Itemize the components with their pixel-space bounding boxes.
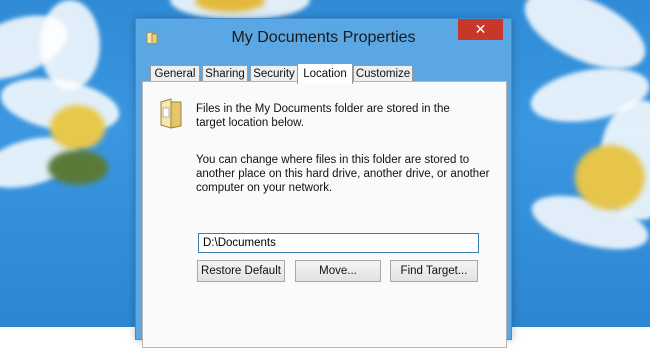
folder-icon bbox=[160, 98, 182, 129]
close-button[interactable]: ✕ bbox=[458, 19, 503, 40]
restore-default-button[interactable]: Restore Default bbox=[197, 260, 285, 282]
help-line-2: another place on this hard drive, anothe… bbox=[196, 168, 490, 180]
wallpaper-petal bbox=[40, 0, 100, 90]
description-line-1: Files in the My Documents folder are sto… bbox=[196, 103, 450, 115]
window-title: My Documents Properties bbox=[231, 29, 416, 46]
move-button[interactable]: Move... bbox=[295, 260, 381, 282]
location-panel: Files in the My Documents folder are sto… bbox=[142, 81, 507, 348]
properties-window: My Documents Properties ✕ General Sharin… bbox=[135, 18, 512, 348]
description-line-2: target location below. bbox=[196, 117, 305, 129]
wallpaper-flower-center bbox=[50, 105, 105, 150]
help-line-3: computer on your network. bbox=[196, 182, 333, 194]
help-line-1: You can change where files in this folde… bbox=[196, 154, 470, 166]
target-path-field[interactable]: D:\Documents bbox=[198, 233, 479, 253]
close-icon: ✕ bbox=[474, 21, 487, 37]
find-target-button[interactable]: Find Target... bbox=[390, 260, 478, 282]
tab-label: General bbox=[154, 68, 196, 80]
tab-label: Security bbox=[253, 68, 295, 80]
tab-location[interactable]: Location bbox=[297, 63, 353, 84]
wallpaper-flower-center bbox=[575, 145, 645, 210]
tab-label: Customize bbox=[355, 68, 411, 80]
tab-label: Location bbox=[303, 68, 347, 80]
tab-label: Sharing bbox=[205, 68, 245, 80]
title-bar[interactable]: My Documents Properties ✕ bbox=[136, 19, 511, 59]
wallpaper-stem bbox=[48, 150, 108, 185]
